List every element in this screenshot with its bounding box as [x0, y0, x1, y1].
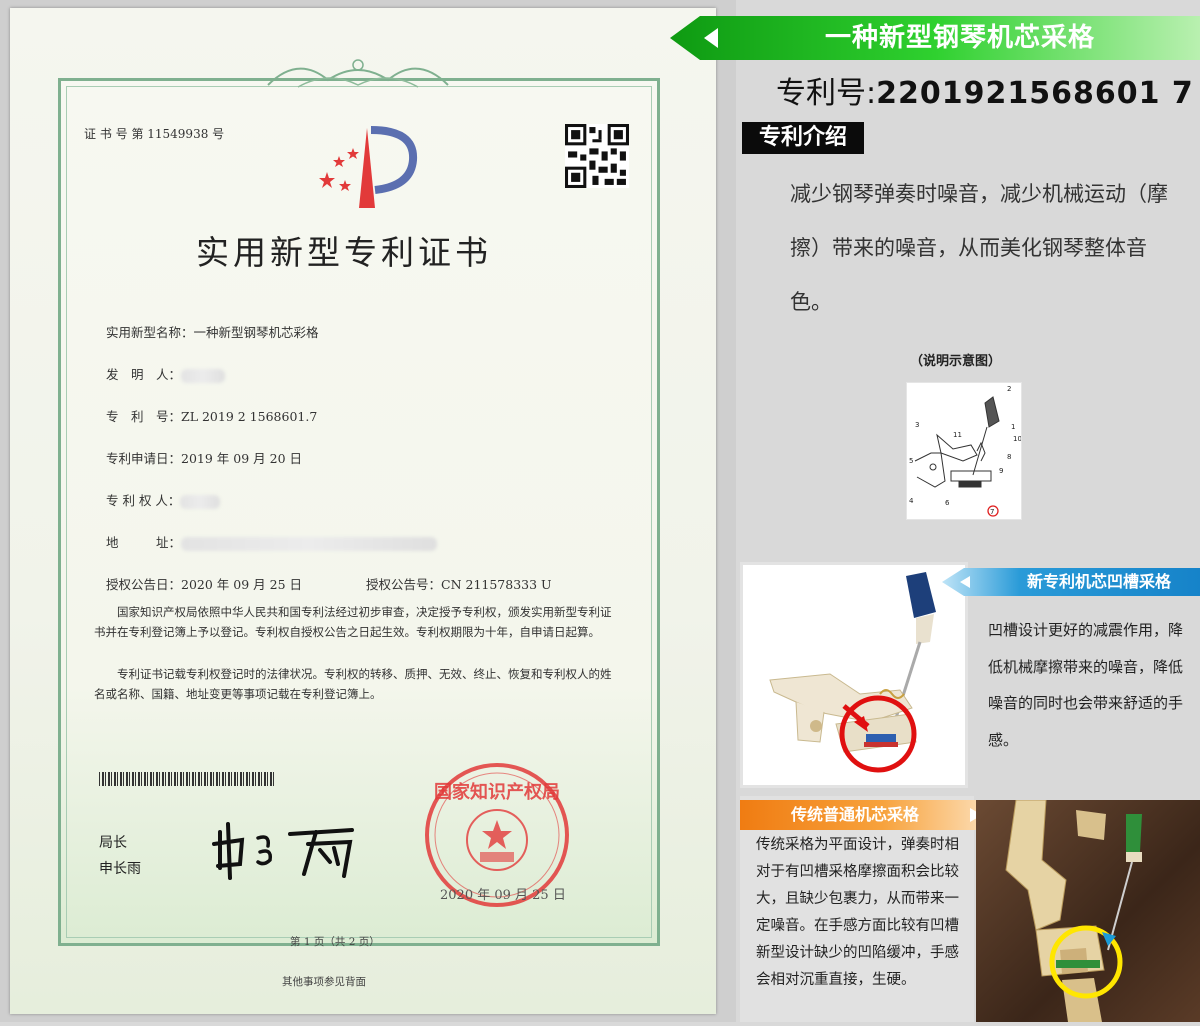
back-note: 其他事项参见背面 [282, 976, 366, 988]
old-design-text: 传统采格为平面设计，弹奏时相对于有凹槽采格摩擦面积会比较大，且缺少包裹力，从而带… [756, 837, 959, 988]
intro-label: 专利介绍 [742, 122, 864, 154]
svg-text:9: 9 [999, 467, 1003, 475]
field-inventor: 发 明 人： [106, 364, 226, 383]
director-name: 申长雨 [99, 861, 141, 877]
qr-code [565, 124, 629, 188]
certificate-paragraph-1: 国家知识产权局依照中华人民共和国专利法经过初步审查，决定授予专利权，颁发实用新型… [94, 605, 612, 639]
redacted-inventor [181, 368, 226, 383]
old-design-photo [976, 799, 1200, 1022]
new-design-text: 凹槽设计更好的减震作用，降低机械摩擦带来的噪音，降低噪音的同时也会带来舒适的手感… [988, 621, 1184, 749]
svg-text:10: 10 [1013, 435, 1022, 443]
svg-text:6: 6 [945, 499, 950, 507]
new-design-photo [740, 562, 968, 788]
seal-text: 国家知识产权局 [434, 781, 560, 803]
main-title: 一种新型钢琴机芯采格 [824, 23, 1095, 53]
svg-text:4: 4 [909, 497, 914, 505]
field-patentee: 专 利 权 人： [106, 490, 221, 509]
field-address: 地 址： [106, 532, 438, 551]
certificate-area: 证 书 号 第 11549938 号 实用新型专利证书 实用新型名称：一种新型钢… [0, 0, 736, 1022]
old-design-title: 传统普通机芯采格 [790, 805, 919, 824]
field-grant-date: 授权公告日：2020 年 09 月 25 日 [106, 577, 303, 592]
patent-office-logo [319, 126, 418, 208]
certificate-paragraph-2: 专利证书记载专利权登记时的法律状况。专利权的转移、质押、无效、终止、恢复和专利权… [94, 667, 612, 701]
new-design-title: 新专利机芯凹槽采格 [1026, 572, 1171, 591]
frame-ornament [267, 59, 449, 88]
svg-text:5: 5 [909, 457, 913, 465]
field-grant-number: 授权公告号：CN 211578333 U [366, 577, 552, 592]
svg-text:11: 11 [953, 431, 962, 439]
redacted-patentee [180, 494, 221, 509]
certificate-number: 证 书 号 第 11549938 号 [84, 127, 225, 141]
mechanism-diagram: 2 1 3 11 10 5 8 9 4 6 7 [906, 382, 1022, 520]
svg-text:1: 1 [1011, 423, 1015, 431]
field-name: 实用新型名称：一种新型钢琴机芯彩格 [106, 325, 319, 340]
director-signature [212, 822, 354, 880]
seal-date: 2020 年 09 月 25 日 [440, 888, 566, 903]
old-hammer-illustration [1005, 799, 1142, 1022]
svg-text:7: 7 [990, 508, 994, 516]
barcode [99, 772, 275, 786]
intro-text: 减少钢琴弹奏时噪音，减少机械运动（摩擦）带来的噪音，从而美化钢琴整体音色。 [790, 182, 1168, 314]
field-patent-number: 专 利 号：ZL 2019 2 1568601.7 [106, 409, 318, 424]
new-hammer-illustration [769, 572, 936, 773]
field-application-date: 专利申请日：2019 年 09 月 20 日 [106, 451, 303, 466]
svg-text:3: 3 [915, 421, 919, 429]
director-title: 局长 [99, 835, 127, 851]
diagram-caption: （说明示意图） [910, 354, 1002, 369]
certificate-title: 实用新型专利证书 [196, 233, 492, 272]
patent-number: 专利号:2201921568601 7 [776, 76, 1194, 111]
svg-text:2: 2 [1007, 385, 1011, 393]
page-number: 第 1 页（共 2 页） [290, 936, 380, 948]
svg-text:8: 8 [1007, 453, 1011, 461]
redacted-address [181, 536, 438, 551]
